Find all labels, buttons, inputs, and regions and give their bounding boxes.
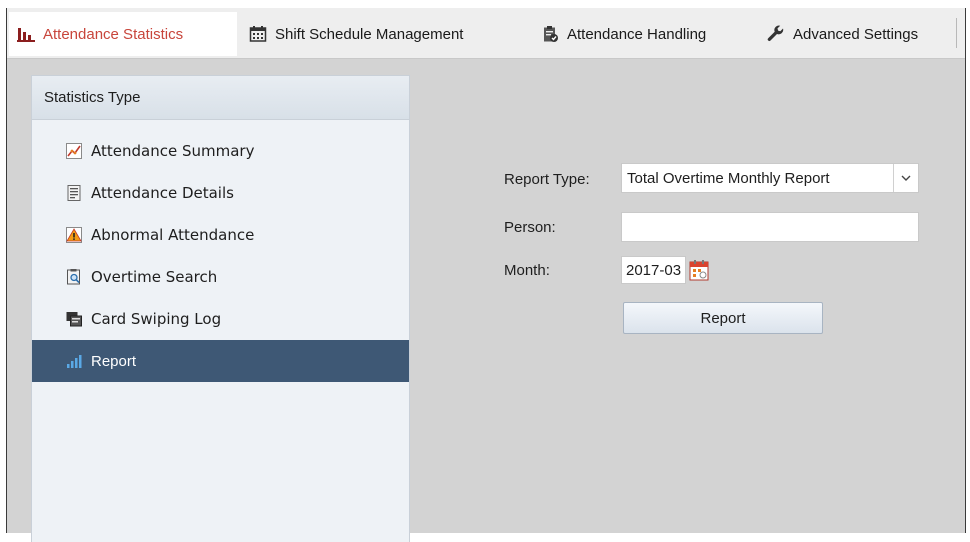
sidebar-item-abnormal-attendance[interactable]: Abnormal Attendance — [32, 214, 409, 256]
summary-chart-icon — [66, 143, 82, 159]
sidebar-item-label: Abnormal Attendance — [91, 226, 255, 244]
tab-bar: Attendance Statistics Shift Schedule Man… — [7, 8, 965, 59]
month-label: Month: — [504, 262, 550, 279]
wrench-icon — [767, 25, 785, 43]
report-type-label: Report Type: — [504, 171, 590, 188]
calendar-picker-icon[interactable] — [689, 259, 709, 281]
bar-chart-icon — [17, 25, 35, 43]
panel-title: Statistics Type — [32, 76, 409, 120]
tab-advanced-settings[interactable]: Advanced Settings — [759, 12, 959, 56]
report-button[interactable]: Report — [623, 302, 823, 334]
sidebar-item-attendance-summary[interactable]: Attendance Summary — [32, 130, 409, 172]
chevron-down-icon[interactable] — [893, 164, 918, 192]
tab-shift-schedule-management[interactable]: Shift Schedule Management — [241, 12, 527, 56]
signal-bars-icon — [66, 353, 82, 369]
statistics-type-list: Attendance Summary Attendance Details Ab… — [32, 120, 409, 382]
warning-icon — [66, 227, 82, 243]
month-field[interactable]: 2017-03 — [621, 256, 687, 284]
person-input[interactable] — [621, 212, 919, 242]
statistics-type-panel: Statistics Type Attendance Summary Atten… — [31, 75, 410, 542]
app-window: Attendance Statistics Shift Schedule Man… — [6, 8, 966, 542]
tab-attendance-statistics[interactable]: Attendance Statistics — [9, 12, 237, 56]
sidebar-item-overtime-search[interactable]: Overtime Search — [32, 256, 409, 298]
sidebar-item-label: Overtime Search — [91, 268, 218, 286]
report-type-select[interactable]: Total Overtime Monthly Report — [621, 163, 919, 193]
report-type-value: Total Overtime Monthly Report — [627, 169, 830, 187]
tab-label: Advanced Settings — [793, 25, 919, 43]
sidebar-item-attendance-details[interactable]: Attendance Details — [32, 172, 409, 214]
sidebar-item-label: Card Swiping Log — [91, 310, 222, 328]
card-log-icon — [66, 311, 82, 327]
tab-attendance-handling[interactable]: Attendance Handling — [533, 12, 755, 56]
sidebar-item-report[interactable]: Report — [32, 340, 409, 382]
sidebar-item-label: Attendance Summary — [91, 142, 255, 160]
sidebar-item-label: Report — [91, 352, 137, 370]
tab-separator — [956, 18, 957, 48]
sidebar-item-card-swiping-log[interactable]: Card Swiping Log — [32, 298, 409, 340]
clipboard-check-icon — [541, 25, 559, 43]
tab-label: Attendance Statistics — [43, 25, 184, 43]
search-document-icon — [66, 269, 82, 285]
tab-label: Attendance Handling — [567, 25, 707, 43]
document-icon — [66, 185, 82, 201]
sidebar-item-label: Attendance Details — [91, 184, 234, 202]
tab-label: Shift Schedule Management — [275, 25, 464, 43]
calendar-icon — [249, 25, 267, 43]
person-label: Person: — [504, 219, 556, 236]
month-picker: 2017-03 — [621, 255, 723, 285]
